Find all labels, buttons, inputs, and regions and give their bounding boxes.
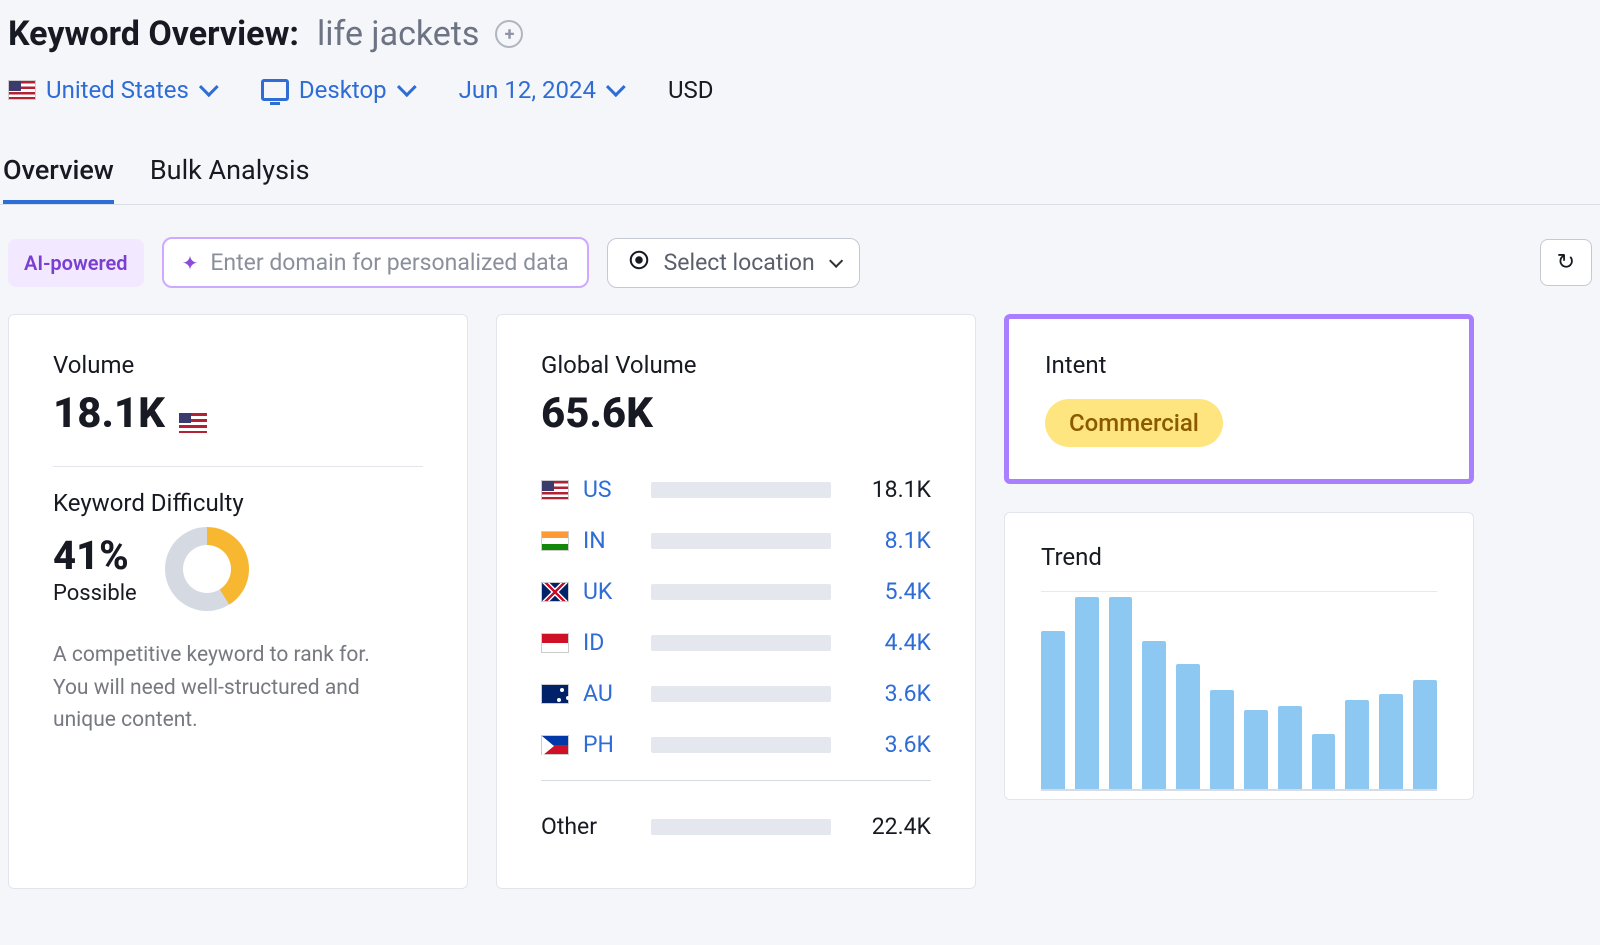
currency-label: USD [668,76,714,104]
domain-input[interactable]: ✦ Enter domain for personalized data [162,237,589,288]
volume-bar [651,819,831,835]
uk-flag-icon [541,582,569,602]
chevron-down-icon [606,77,626,97]
country-row: PH 3.6K [541,719,931,770]
trend-bar [1142,641,1166,790]
trend-bar [1278,706,1302,789]
global-volume-card: Global Volume 65.6K US 18.1K IN 8.1K UK 5.4K I… [496,314,976,889]
desktop-icon [261,79,289,101]
ai-powered-badge: AI-powered [8,239,144,287]
ph-flag-icon [541,735,569,755]
trend-bar [1041,631,1065,789]
country-code-link[interactable]: ID [583,629,641,656]
location-select[interactable]: Select location [607,238,860,288]
refresh-button[interactable]: ↻ [1540,239,1592,286]
country-code-link[interactable]: IN [583,527,641,554]
us-flag-icon [8,80,36,100]
other-volume-value: 22.4K [841,813,931,840]
trend-bar [1345,700,1369,789]
sparkle-icon: ✦ [182,251,199,275]
refresh-icon: ↻ [1557,250,1575,275]
other-label: Other [541,813,641,840]
global-volume-value: 65.6K [541,389,931,438]
intent-value-badge: Commercial [1045,399,1223,447]
volume-value: 18.1K [53,389,165,438]
country-filter[interactable]: United States [8,76,213,104]
trend-bar [1210,690,1234,789]
chevron-down-icon [199,77,219,97]
chevron-down-icon [829,253,843,267]
country-volume-value: 18.1K [841,476,931,503]
trend-bar [1413,680,1437,789]
trend-bar [1244,710,1268,789]
domain-input-placeholder: Enter domain for personalized data [210,249,568,276]
country-row-other: Other 22.4K [541,791,931,852]
trend-bar [1312,734,1336,789]
trend-bar [1075,597,1099,789]
tab-overview[interactable]: Overview [3,154,114,204]
device-filter-label: Desktop [299,76,387,104]
country-filter-label: United States [46,76,189,104]
page-title-keyword: life jackets [317,14,479,54]
trend-bar [1109,597,1133,789]
country-volume-value: 3.6K [841,731,931,758]
intent-card: Intent Commercial [1004,314,1474,484]
intent-label: Intent [1045,351,1433,379]
country-row: US 18.1K [541,464,931,515]
trend-bar-chart [1041,591,1437,791]
kd-description: A competitive keyword to rank for. You w… [53,639,403,737]
country-row: ID 4.4K [541,617,931,668]
country-volume-value: 8.1K [841,527,931,554]
kd-percent: 41% [53,532,137,579]
us-flag-icon [541,480,569,500]
country-code-link[interactable]: PH [583,731,641,758]
kd-donut-chart [165,527,249,611]
trend-bar [1176,664,1200,789]
country-row: AU 3.6K [541,668,931,719]
volume-bar [651,584,831,600]
id-flag-icon [541,633,569,653]
in-flag-icon [541,531,569,551]
volume-bar [651,533,831,549]
au-flag-icon [541,684,569,704]
chevron-down-icon [397,77,417,97]
us-flag-icon [179,413,207,433]
add-keyword-button[interactable]: + [495,20,523,48]
country-volume-value: 4.4K [841,629,931,656]
country-row: IN 8.1K [541,515,931,566]
country-code-link[interactable]: AU [583,680,641,707]
country-volume-value: 3.6K [841,680,931,707]
country-row: UK 5.4K [541,566,931,617]
country-code-link[interactable]: UK [583,578,641,605]
global-volume-label: Global Volume [541,351,931,379]
volume-bar [651,482,831,498]
volume-label: Volume [53,351,423,379]
trend-label: Trend [1041,543,1437,571]
pin-icon [628,249,650,277]
tab-bulk-analysis[interactable]: Bulk Analysis [150,154,310,204]
volume-bar [651,686,831,702]
location-select-label: Select location [664,249,815,276]
kd-sublabel: Possible [53,581,137,606]
kd-label: Keyword Difficulty [53,489,423,517]
device-filter[interactable]: Desktop [261,76,411,104]
date-filter[interactable]: Jun 12, 2024 [459,76,620,104]
volume-card: Volume 18.1K Keyword Difficulty 41% Poss… [8,314,468,889]
page-title-prefix: Keyword Overview: [8,14,299,54]
volume-bar [651,737,831,753]
country-code-link[interactable]: US [583,476,641,503]
volume-bar [651,635,831,651]
trend-bar [1379,694,1403,789]
tabs: Overview Bulk Analysis [0,114,1600,205]
country-volume-value: 5.4K [841,578,931,605]
date-filter-label: Jun 12, 2024 [459,76,596,104]
trend-card: Trend [1004,512,1474,800]
